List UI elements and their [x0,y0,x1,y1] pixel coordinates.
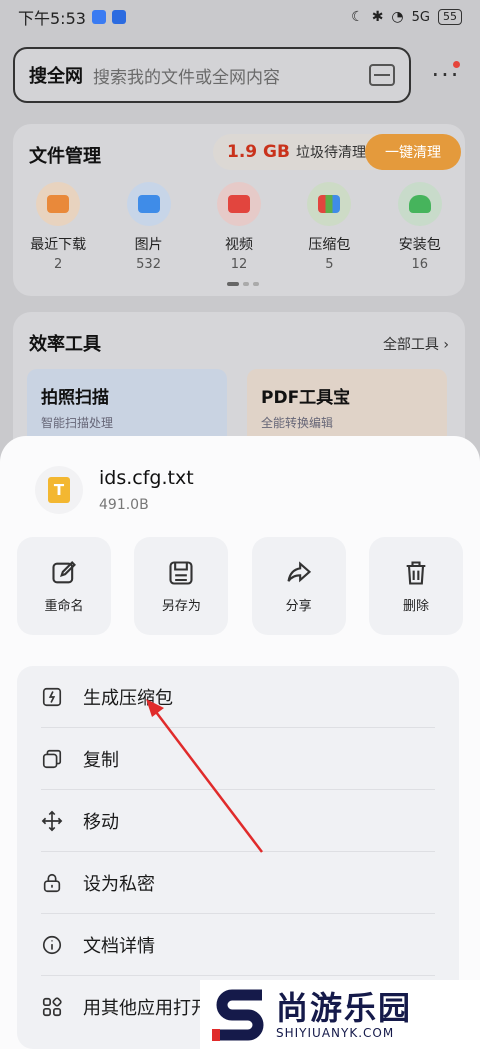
fm-item-count: 2 [54,257,63,272]
junk-text: 垃圾待清理 [295,145,366,161]
menu-label: 用其他应用打开 [83,998,209,1019]
fm-item-count: 12 [230,257,248,272]
fm-item-count: 532 [136,257,161,272]
file-management-card: 文件管理 1.9 GB 垃圾待清理 一键清理 最近下载 2 图片 532 视频 … [13,124,465,296]
action-label: 分享 [285,598,312,614]
music-notification-icon [111,10,126,24]
page-indicator [227,282,259,286]
all-tools-link[interactable]: 全部工具 › [383,334,449,354]
file-header: T ids.cfg.txt 491.0B [35,466,194,514]
file-size: 491.0B [99,497,149,513]
chevron-right-icon: › [443,337,449,353]
tools-title: 效率工具 [29,334,101,355]
fm-item-apks[interactable]: 安装包 16 [380,182,460,272]
video-icon [216,182,261,226]
search-brand: 搜全网 [29,66,83,87]
fm-item-images[interactable]: 图片 532 [109,182,189,272]
fm-item-videos[interactable]: 视频 12 [199,182,279,272]
share-button[interactable]: 分享 [251,537,346,635]
copy-icon [42,749,62,768]
watermark-logo-icon [212,989,264,1041]
trash-icon [406,560,426,585]
action-label: 另存为 [161,598,201,614]
fm-item-label: 最近下载 [30,237,87,253]
action-label: 重命名 [44,598,84,614]
status-bar: 下午5:53 ☾ ✱ ◔ 5G 55 [0,0,480,34]
moon-icon: ☾ [351,9,364,25]
all-tools-label: 全部工具 [382,337,439,353]
tool-name: PDF工具宝 [261,388,351,408]
android-icon [397,182,442,226]
menu-item-private[interactable]: 设为私密 [41,852,435,914]
share-icon [287,560,311,582]
file-action-sheet: T ids.cfg.txt 491.0B 重命名 另存为 分享 删除 生成压缩包 [0,436,480,1049]
menu-item-copy[interactable]: 复制 [41,728,435,790]
tool-name: 拍照扫描 [41,388,109,408]
info-icon [42,935,62,954]
fm-item-archives[interactable]: 压缩包 5 [289,182,369,272]
tool-subtitle: 智能扫描处理 [41,416,114,430]
rename-button[interactable]: 重命名 [17,537,111,635]
zip-icon [42,687,62,706]
tool-subtitle: 全能转换编辑 [261,416,334,430]
clean-button-label: 一键清理 [385,145,441,161]
watermark-en: SHIYIUANYK.COM [276,1025,395,1040]
download-icon [36,182,81,226]
lock-icon [43,873,61,892]
menu-label: 文档详情 [83,935,155,957]
action-label: 删除 [402,598,429,614]
junk-size: 1.9 GB [227,142,290,162]
app-notification-icon [91,10,106,24]
fm-item-recent-downloads[interactable]: 最近下载 2 [18,182,98,272]
archive-icon [307,182,352,226]
fm-item-label: 压缩包 [308,237,351,253]
network-indicator: 5G [411,9,430,25]
fm-item-count: 5 [325,257,334,272]
search-bar[interactable]: 搜全网 搜索我的文件或全网内容 [13,47,411,103]
text-file-icon: T [35,466,83,514]
save-icon [169,560,193,585]
status-time: 下午5:53 [18,9,86,28]
search-placeholder[interactable]: 搜索我的文件或全网内容 [93,63,369,88]
fm-item-label: 图片 [134,237,163,253]
watermark-cn: 尚游乐园 [276,988,413,1027]
image-icon [126,182,171,226]
scan-icon[interactable] [369,64,395,86]
fm-item-label: 视频 [224,237,253,253]
fm-item-label: 安装包 [398,237,441,253]
watermark: 尚游乐园 SHIYIUANYK.COM [200,980,480,1049]
menu-item-move[interactable]: 移动 [41,790,435,852]
junk-clean-pill[interactable]: 1.9 GB 垃圾待清理 一键清理 [213,134,461,170]
menu-item-details[interactable]: 文档详情 [41,914,435,976]
alarm-icon: ◔ [391,9,404,25]
notification-dot [453,61,460,68]
delete-button[interactable]: 删除 [368,537,463,635]
menu-label: 复制 [83,749,119,771]
file-name: ids.cfg.txt [99,467,194,489]
bluetooth-icon: ✱ [371,9,384,25]
edit-icon [52,560,76,583]
quick-actions: 重命名 另存为 分享 删除 [17,537,463,635]
battery-indicator: 55 [438,9,462,25]
save-as-button[interactable]: 另存为 [134,537,229,635]
menu-label: 移动 [83,811,119,833]
fm-item-count: 16 [411,257,429,272]
menu-item-compress[interactable]: 生成压缩包 [41,666,435,728]
move-icon [41,810,63,831]
file-icon-letter: T [48,477,70,503]
file-management-title: 文件管理 [29,146,101,167]
one-click-clean-button[interactable]: 一键清理 [365,134,461,170]
menu-label: 设为私密 [83,873,155,895]
apps-icon [42,997,62,1017]
menu-label: 生成压缩包 [83,687,173,709]
